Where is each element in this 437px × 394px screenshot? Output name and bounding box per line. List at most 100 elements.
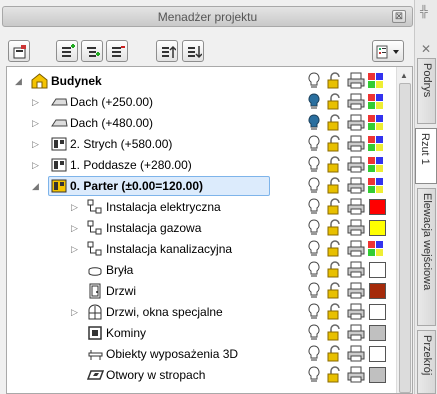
color-palette-icon[interactable] bbox=[367, 135, 385, 156]
filter-dropdown-button[interactable] bbox=[372, 40, 404, 62]
panel-title-bar[interactable]: Menadżer projektu ⊠ bbox=[2, 6, 413, 27]
lock-icon[interactable] bbox=[327, 261, 343, 281]
expand-icon[interactable]: ▷ bbox=[32, 138, 42, 150]
collapse-icon[interactable]: ◢ bbox=[15, 75, 25, 87]
color-palette-icon[interactable] bbox=[367, 177, 385, 198]
tree-item-obiekty-wyposazenia[interactable]: Obiekty wyposażenia 3D bbox=[7, 344, 397, 364]
print-icon[interactable] bbox=[347, 345, 365, 365]
lock-icon[interactable] bbox=[327, 177, 343, 197]
print-icon[interactable] bbox=[347, 135, 365, 155]
tree-item-instalacja-elektryczna[interactable]: ▷ Instalacja elektryczna bbox=[7, 197, 397, 217]
visibility-bulb-icon[interactable] bbox=[307, 156, 321, 176]
visibility-bulb-icon[interactable] bbox=[307, 366, 321, 386]
tree-item-bryla[interactable]: Bryła bbox=[7, 260, 397, 280]
expand-icon[interactable]: ▷ bbox=[32, 96, 42, 108]
add-level-button[interactable] bbox=[56, 40, 78, 62]
tree-item-poddasze[interactable]: ▷ 1. Poddasze (+280.00) bbox=[7, 155, 397, 175]
tree-item-dach-480[interactable]: ▷ Dach (+480.00) bbox=[7, 113, 397, 133]
lock-icon[interactable] bbox=[327, 72, 343, 92]
tree-item-otwory-w-stropach[interactable]: Otwory w stropach bbox=[7, 365, 397, 385]
project-tree[interactable]: ◢ Budynek ▷ Dach (+250.00) ▷ Dach (+480.… bbox=[6, 66, 413, 394]
print-icon[interactable] bbox=[347, 198, 365, 218]
print-icon[interactable] bbox=[347, 177, 365, 197]
vertical-scrollbar[interactable]: ▲ bbox=[396, 67, 412, 393]
collapse-icon[interactable]: ◢ bbox=[32, 180, 42, 192]
tree-item-parter[interactable]: ◢ 0. Parter (±0.00=120.00) bbox=[7, 176, 397, 196]
color-swatch[interactable] bbox=[369, 367, 386, 383]
lock-icon[interactable] bbox=[327, 303, 343, 323]
color-palette-icon[interactable] bbox=[367, 114, 385, 135]
new-item-button[interactable] bbox=[8, 40, 30, 62]
print-icon[interactable] bbox=[347, 93, 365, 113]
add-sublevel-button[interactable] bbox=[81, 40, 103, 62]
print-icon[interactable] bbox=[347, 303, 365, 323]
color-swatch[interactable] bbox=[369, 283, 386, 299]
visibility-bulb-icon[interactable] bbox=[307, 135, 321, 155]
move-up-button[interactable] bbox=[156, 40, 178, 62]
color-palette-icon[interactable] bbox=[367, 240, 385, 261]
lock-icon[interactable] bbox=[327, 114, 343, 134]
visibility-bulb-icon[interactable] bbox=[307, 261, 321, 281]
lock-icon[interactable] bbox=[327, 219, 343, 239]
visibility-bulb-icon[interactable] bbox=[307, 114, 321, 134]
scroll-up-icon[interactable]: ▲ bbox=[400, 71, 408, 80]
move-down-button[interactable] bbox=[182, 40, 204, 62]
visibility-bulb-icon[interactable] bbox=[307, 93, 321, 113]
color-swatch[interactable] bbox=[369, 325, 386, 341]
color-swatch[interactable] bbox=[369, 346, 386, 362]
lock-icon[interactable] bbox=[327, 93, 343, 113]
lock-icon[interactable] bbox=[327, 345, 343, 365]
tab-przekroj[interactable]: Przekrój bbox=[417, 330, 436, 394]
visibility-bulb-icon[interactable] bbox=[307, 240, 321, 260]
expand-icon[interactable]: ▷ bbox=[71, 243, 81, 255]
visibility-bulb-icon[interactable] bbox=[307, 324, 321, 344]
lock-icon[interactable] bbox=[327, 324, 343, 344]
lock-icon[interactable] bbox=[327, 240, 343, 260]
color-swatch[interactable] bbox=[369, 262, 386, 278]
tree-item-instalacja-gazowa[interactable]: ▷ Instalacja gazowa bbox=[7, 218, 397, 238]
expand-icon[interactable]: ▷ bbox=[32, 117, 42, 129]
visibility-bulb-icon[interactable] bbox=[307, 219, 321, 239]
lock-icon[interactable] bbox=[327, 198, 343, 218]
lock-icon[interactable] bbox=[327, 282, 343, 302]
color-swatch[interactable] bbox=[369, 304, 386, 320]
visibility-bulb-icon[interactable] bbox=[307, 198, 321, 218]
print-icon[interactable] bbox=[347, 261, 365, 281]
tree-item-drzwi-okna-specjalne[interactable]: ▷ Drzwi, okna specjalne bbox=[7, 302, 397, 322]
tree-item-kominy[interactable]: Kominy bbox=[7, 323, 397, 343]
tree-item-budynek[interactable]: ◢ Budynek bbox=[7, 71, 397, 91]
color-palette-icon[interactable] bbox=[367, 93, 385, 114]
lock-icon[interactable] bbox=[327, 135, 343, 155]
visibility-bulb-icon[interactable] bbox=[307, 345, 321, 365]
color-swatch[interactable] bbox=[369, 199, 386, 215]
expand-icon[interactable]: ▷ bbox=[32, 159, 42, 171]
color-palette-icon[interactable] bbox=[367, 72, 385, 93]
tree-item-instalacja-kanalizacyjna[interactable]: ▷ Instalacja kanalizacyjna bbox=[7, 239, 397, 259]
tree-item-strych[interactable]: ▷ 2. Strych (+580.00) bbox=[7, 134, 397, 154]
tab-podrys[interactable]: Podrys bbox=[417, 58, 436, 124]
tree-item-drzwi[interactable]: Drzwi bbox=[7, 281, 397, 301]
remove-button[interactable] bbox=[106, 40, 128, 62]
visibility-bulb-icon[interactable] bbox=[307, 72, 321, 92]
visibility-bulb-icon[interactable] bbox=[307, 303, 321, 323]
scroll-thumb[interactable] bbox=[399, 83, 411, 393]
color-swatch[interactable] bbox=[369, 220, 386, 236]
print-icon[interactable] bbox=[347, 72, 365, 92]
lock-icon[interactable] bbox=[327, 366, 343, 386]
print-icon[interactable] bbox=[347, 282, 365, 302]
pin-icon[interactable]: ╬ bbox=[420, 6, 428, 18]
print-icon[interactable] bbox=[347, 156, 365, 176]
visibility-bulb-icon[interactable] bbox=[307, 282, 321, 302]
expand-icon[interactable]: ▷ bbox=[71, 222, 81, 234]
close-icon[interactable]: ⊠ bbox=[392, 10, 406, 23]
lock-icon[interactable] bbox=[327, 156, 343, 176]
print-icon[interactable] bbox=[347, 366, 365, 386]
print-icon[interactable] bbox=[347, 219, 365, 239]
print-icon[interactable] bbox=[347, 114, 365, 134]
expand-icon[interactable]: ▷ bbox=[71, 306, 81, 318]
expand-icon[interactable]: ▷ bbox=[71, 201, 81, 213]
visibility-bulb-icon[interactable] bbox=[307, 177, 321, 197]
tab-rzut-1[interactable]: Rzut 1 bbox=[415, 128, 437, 184]
color-palette-icon[interactable] bbox=[367, 156, 385, 177]
tree-item-dach-250[interactable]: ▷ Dach (+250.00) bbox=[7, 92, 397, 112]
